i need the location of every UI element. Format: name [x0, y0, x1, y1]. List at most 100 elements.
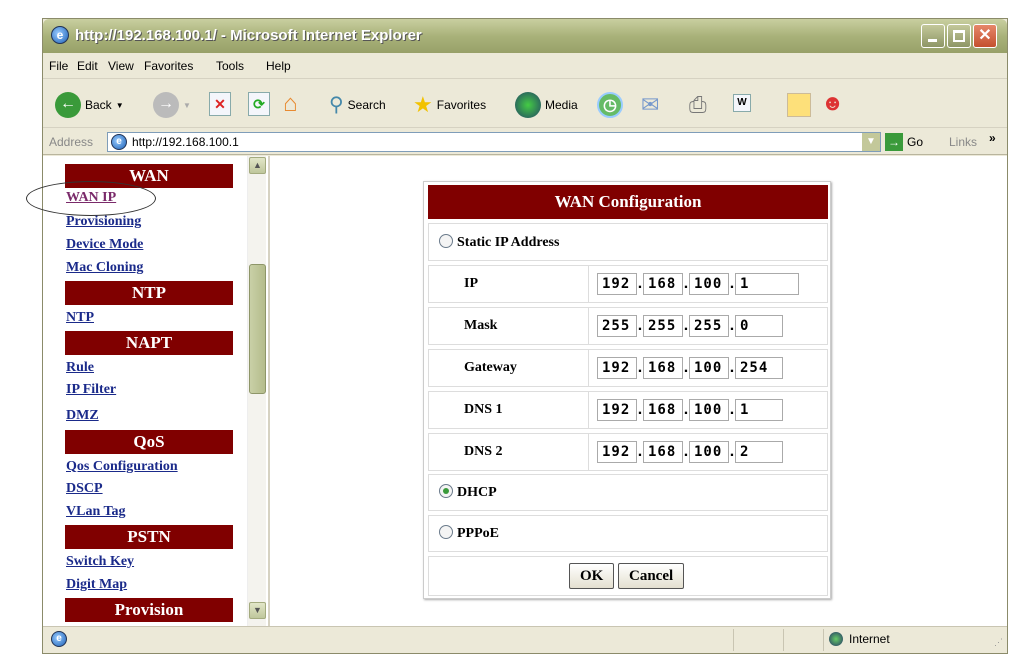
octet-input[interactable]: 0 [735, 315, 783, 337]
octet-input[interactable]: 1 [735, 273, 799, 295]
octet-input[interactable]: 192 [597, 441, 637, 463]
octet-input[interactable]: 100 [689, 273, 729, 295]
octet-input[interactable]: 100 [689, 399, 729, 421]
chevron-right-icon[interactable]: » [989, 131, 996, 145]
link-ip-filter[interactable]: IP Filter [66, 382, 116, 398]
octet-input[interactable]: 168 [643, 399, 683, 421]
messenger-icon[interactable]: ☻ [821, 90, 844, 116]
radio-selected-icon [439, 484, 453, 498]
link-ntp[interactable]: NTP [66, 310, 94, 326]
link-vlan-tag[interactable]: VLan Tag [66, 504, 126, 520]
address-input[interactable]: e http://192.168.100.1 ▼ [107, 132, 881, 152]
octet-input[interactable]: 254 [735, 357, 783, 379]
octet-input[interactable]: 255 [643, 315, 683, 337]
field-row-mask: Mask 255. 255. 255. 0 [428, 307, 828, 345]
go-arrow-icon: → [885, 133, 903, 151]
link-provisioning[interactable]: Provisioning [66, 214, 141, 230]
octet-input[interactable]: 168 [643, 357, 683, 379]
favorites-button[interactable]: ★ Favorites [413, 92, 486, 118]
scroll-up-icon[interactable]: ▲ [249, 157, 266, 174]
media-label: Media [545, 98, 578, 112]
go-label: Go [907, 135, 924, 149]
link-qos-configuration[interactable]: Qos Configuration [66, 459, 178, 475]
field-label-cell: Gateway [429, 350, 589, 386]
ie-logo-icon: e [51, 26, 69, 44]
static-ip-row: Static IP Address [428, 223, 828, 261]
scrollbar-thumb[interactable] [249, 264, 266, 394]
octet-input[interactable]: 1 [735, 399, 783, 421]
dhcp-radio[interactable]: DHCP [439, 484, 497, 501]
maximize-button[interactable] [947, 24, 971, 48]
menu-view[interactable]: View [108, 59, 134, 73]
print-icon[interactable]: ⎙ [689, 92, 707, 118]
page-status-icon: e [51, 631, 67, 647]
field-label: DNS 1 [464, 402, 503, 417]
section-ntp: NTP [65, 281, 233, 305]
search-button[interactable]: ⚲ Search [329, 92, 386, 117]
field-row-gateway: Gateway 192. 168. 100. 254 [428, 349, 828, 387]
link-dscp[interactable]: DSCP [66, 481, 103, 497]
resize-grip-icon[interactable]: ⋰ [994, 637, 1003, 648]
section-qos: QoS [65, 430, 233, 454]
cancel-button[interactable]: Cancel [618, 563, 685, 589]
octet-input[interactable]: 255 [597, 315, 637, 337]
octet-input[interactable]: 168 [643, 273, 683, 295]
octet-input[interactable]: 255 [689, 315, 729, 337]
link-mac-cloning[interactable]: Mac Cloning [66, 260, 143, 276]
section-napt: NAPT [65, 331, 233, 355]
dhcp-row: DHCP [428, 474, 828, 511]
refresh-icon[interactable]: ⟳ [248, 92, 270, 116]
mail-icon[interactable]: ✉ [641, 92, 659, 118]
pppoe-radio[interactable]: PPPoE [439, 525, 499, 542]
radio-icon [439, 234, 453, 248]
link-digit-map[interactable]: Digit Map [66, 577, 127, 593]
octet-input[interactable]: 100 [689, 357, 729, 379]
static-ip-label: Static IP Address [457, 235, 560, 250]
menu-file[interactable]: File [49, 59, 68, 73]
highlight-ellipse [26, 181, 156, 216]
status-bar: e Internet ⋰ [43, 626, 1007, 653]
octet-input[interactable]: 192 [597, 273, 637, 295]
notes-icon[interactable] [787, 93, 811, 117]
content-area: WAN WAN IP Provisioning Device Mode Mac … [26, 156, 1007, 626]
menu-help[interactable]: Help [266, 59, 291, 73]
address-dropdown-icon[interactable]: ▼ [862, 133, 880, 151]
field-label: Gateway [464, 360, 517, 375]
forward-button[interactable]: → ▼ [153, 92, 191, 118]
octet-input[interactable]: 168 [643, 441, 683, 463]
field-label-cell: DNS 1 [429, 392, 589, 428]
link-device-mode[interactable]: Device Mode [66, 237, 143, 253]
ok-button[interactable]: OK [569, 563, 615, 589]
link-rule[interactable]: Rule [66, 360, 94, 376]
octet-input[interactable]: 192 [597, 399, 637, 421]
octet-input[interactable]: 100 [689, 441, 729, 463]
address-url: http://192.168.100.1 [132, 135, 239, 149]
minimize-button[interactable] [921, 24, 945, 48]
pppoe-label: PPPoE [457, 526, 499, 541]
close-button[interactable]: ✕ [973, 24, 997, 48]
static-ip-radio[interactable]: Static IP Address [439, 234, 559, 251]
home-icon[interactable]: ⌂ [283, 90, 298, 118]
back-button[interactable]: ← Back ▼ [55, 92, 124, 118]
link-dmz[interactable]: DMZ [66, 408, 99, 424]
link-switch-key[interactable]: Switch Key [66, 554, 134, 570]
media-button[interactable]: Media [515, 92, 578, 118]
scroll-down-icon[interactable]: ▼ [249, 602, 266, 619]
edit-icon[interactable]: W [733, 94, 751, 112]
octet-input[interactable]: 2 [735, 441, 783, 463]
octet-input[interactable]: 192 [597, 357, 637, 379]
menu-favorites[interactable]: Favorites [144, 59, 193, 73]
sidebar-scrollbar[interactable]: ▲ ▼ [247, 156, 266, 626]
stop-icon[interactable]: ✕ [209, 92, 231, 116]
field-label: Mask [464, 318, 498, 333]
links-button[interactable]: Links [949, 135, 977, 149]
menu-tools[interactable]: Tools [216, 59, 244, 73]
title-bar: e http://192.168.100.1/ - Microsoft Inte… [43, 19, 1007, 53]
page-icon: e [111, 134, 127, 150]
menu-bar: File Edit View Favorites Tools Help [43, 53, 1007, 113]
go-button[interactable]: → Go [885, 133, 923, 151]
menu-edit[interactable]: Edit [77, 59, 98, 73]
pppoe-row: PPPoE [428, 515, 828, 552]
star-icon: ★ [413, 92, 433, 117]
history-icon[interactable]: ◷ [597, 92, 623, 118]
